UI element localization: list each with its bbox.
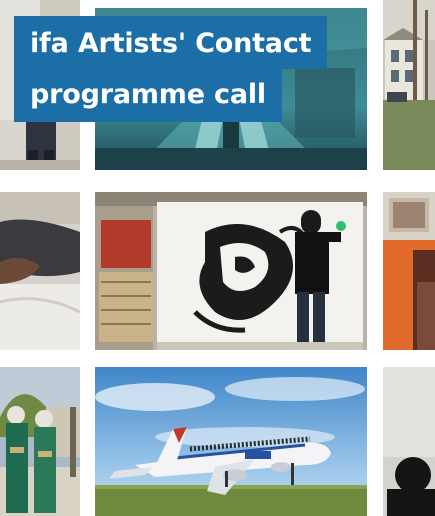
- photo-artist-painting-mural: [95, 192, 367, 350]
- photo-person-silhouette: [383, 367, 435, 516]
- photo-house-trees: [383, 0, 435, 170]
- photo-orange-wall-person: [383, 192, 435, 350]
- promo-title[interactable]: ifa Artists' Contact programme call: [14, 16, 328, 122]
- photo-women-headscarves: [0, 367, 80, 516]
- photo-hands-cloth: [0, 192, 80, 350]
- title-line-1: ifa Artists' Contact: [14, 16, 328, 69]
- title-line-2: programme call: [14, 69, 282, 122]
- artists-contact-collage[interactable]: ifa Artists' Contact programme call: [0, 0, 435, 516]
- photo-airplane-people-on-roof: [95, 367, 367, 516]
